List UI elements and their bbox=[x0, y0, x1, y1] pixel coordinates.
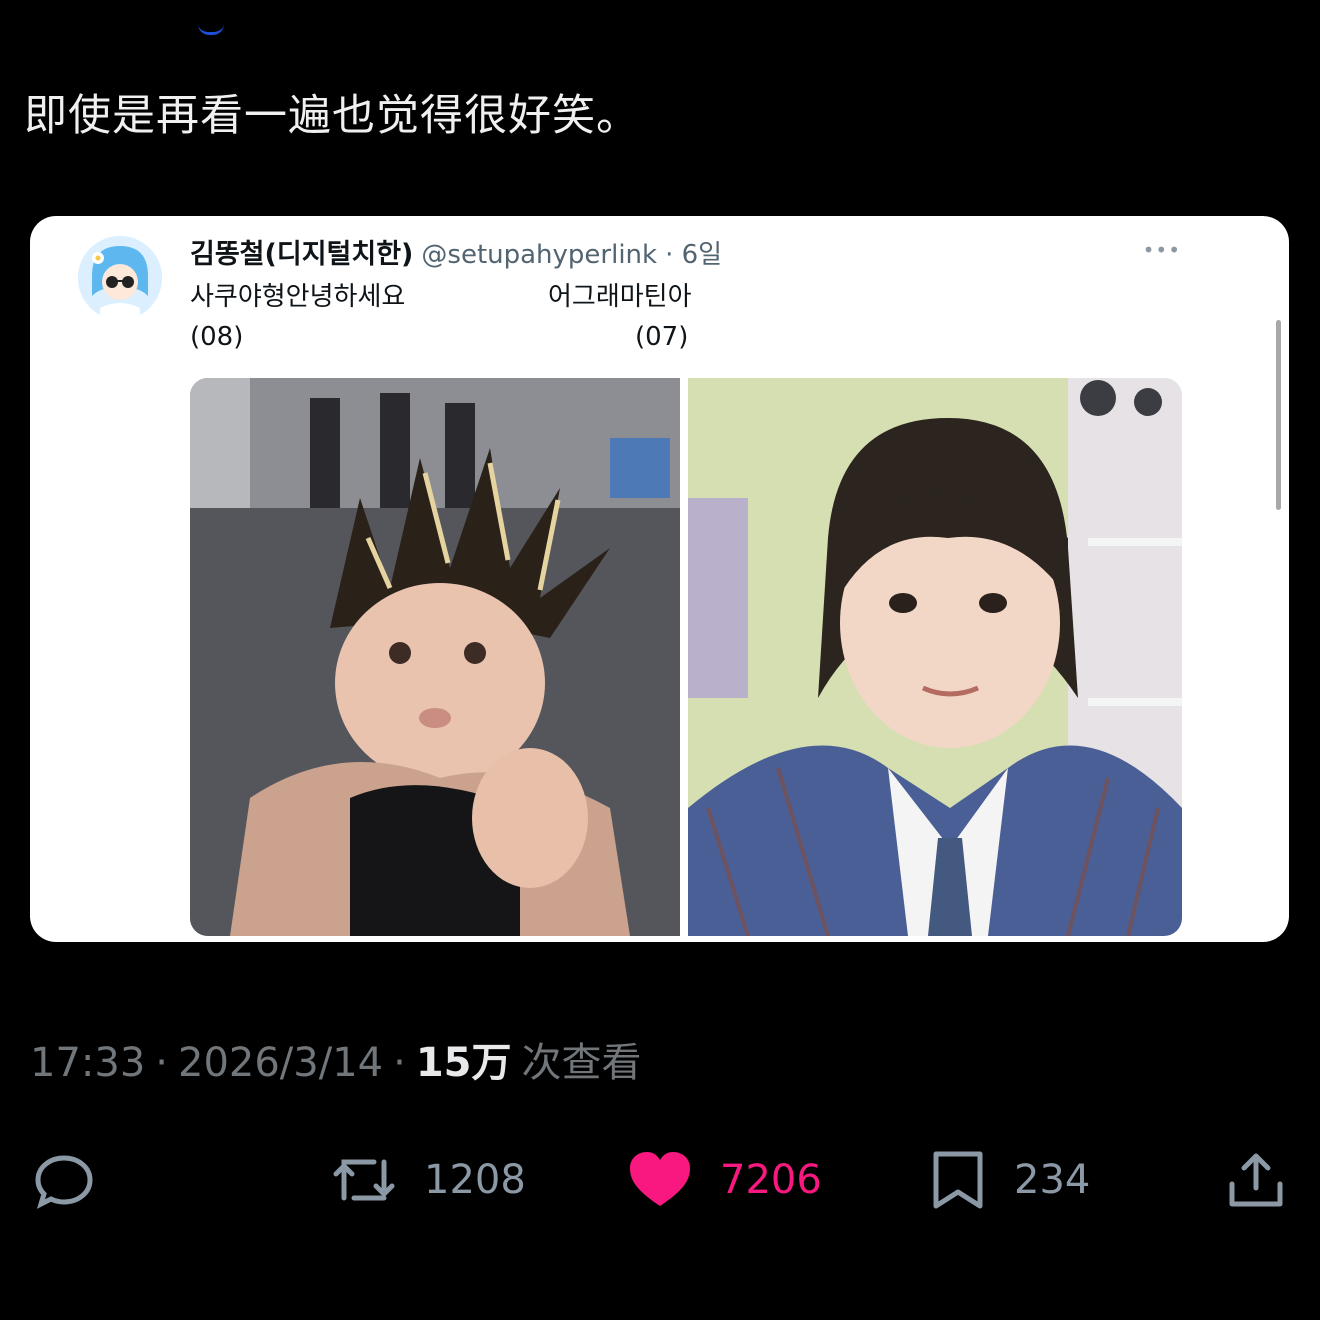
retweet-count: 1208 bbox=[424, 1157, 526, 1203]
like-button[interactable]: 7206 bbox=[626, 1140, 822, 1220]
views-count[interactable]: 15万 bbox=[416, 1030, 512, 1088]
share-button[interactable] bbox=[1224, 1140, 1288, 1220]
photo-right[interactable] bbox=[688, 378, 1182, 936]
post-date: 2026/3/14 bbox=[178, 1040, 384, 1086]
more-horizontal-icon[interactable]: ••• bbox=[1143, 238, 1181, 262]
author-name[interactable]: 김똥철(디지털치한) bbox=[190, 232, 413, 271]
reply-icon bbox=[35, 1155, 93, 1209]
top-edge-fragment bbox=[198, 24, 224, 35]
right-caption: 어그래마틴아 bbox=[548, 282, 692, 312]
author-handle[interactable]: @setupahyperlink bbox=[421, 240, 657, 270]
heart-icon bbox=[630, 1152, 690, 1206]
bookmark-icon bbox=[933, 1151, 983, 1209]
right-year: (07) bbox=[635, 322, 689, 352]
bookmark-button[interactable]: 234 bbox=[928, 1140, 1090, 1220]
avatar-illustration bbox=[78, 236, 162, 320]
meta-separator-1: · bbox=[155, 1040, 168, 1086]
like-count: 7206 bbox=[720, 1157, 822, 1203]
photo-right-illustration bbox=[688, 378, 1182, 936]
share-icon bbox=[1229, 1153, 1283, 1207]
photo-left[interactable] bbox=[190, 378, 680, 936]
left-caption: 사쿠야형안녕하세요 bbox=[190, 282, 406, 312]
tweet-action-bar: 1208 7206 234 bbox=[0, 1140, 1320, 1220]
quoted-author-row: 김똥철(디지털치한) @setupahyperlink · 6일 bbox=[190, 232, 722, 270]
scrollbar[interactable] bbox=[1276, 320, 1281, 510]
reply-button[interactable] bbox=[32, 1140, 96, 1220]
quoted-tweet-card[interactable]: 김똥철(디지털치한) @setupahyperlink · 6일 ••• 사쿠야… bbox=[30, 216, 1289, 942]
retweet-icon bbox=[333, 1159, 395, 1201]
tweet-meta-row: 17:33 · 2026/3/14 · 15万 次查看 bbox=[30, 1030, 642, 1088]
post-time-stamp: 17:33 bbox=[30, 1040, 146, 1086]
views-label[interactable]: 次查看 bbox=[522, 1030, 642, 1088]
tweet-text: 即使是再看一遍也觉得很好笑。 bbox=[24, 91, 640, 141]
author-avatar[interactable] bbox=[78, 236, 162, 320]
post-time: · 6일 bbox=[665, 240, 723, 270]
retweet-button[interactable]: 1208 bbox=[330, 1140, 526, 1220]
photo-left-illustration bbox=[190, 378, 680, 936]
bookmark-count: 234 bbox=[1014, 1157, 1091, 1203]
meta-separator-2: · bbox=[393, 1040, 406, 1086]
left-year: (08) bbox=[190, 322, 244, 352]
